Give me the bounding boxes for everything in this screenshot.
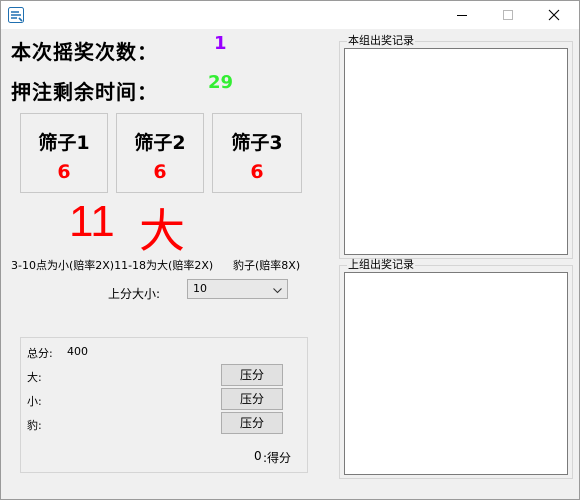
previous-record-list[interactable] xyxy=(344,272,568,475)
big-small-result: 大 xyxy=(139,204,185,258)
dice-2-title: 筛子2 xyxy=(134,132,186,154)
bet-big-label: 大: xyxy=(27,371,42,384)
current-record-title: 本组出奖记录 xyxy=(347,34,415,47)
bet-amount-label: 上分大小: xyxy=(108,287,161,301)
dice-2-panel: 筛子2 6 xyxy=(116,113,204,193)
chevron-down-icon xyxy=(272,284,283,302)
title-bar xyxy=(1,1,579,29)
round-count-label: 本次摇奖次数： xyxy=(11,40,158,64)
win-score-value: 0 xyxy=(254,449,262,463)
dice-2-value: 6 xyxy=(153,161,167,183)
minimize-button[interactable] xyxy=(439,1,485,29)
dice-3-title: 筛子3 xyxy=(231,132,283,154)
maximize-icon xyxy=(502,9,514,21)
maximize-button[interactable] xyxy=(485,1,531,29)
close-icon xyxy=(548,9,560,21)
dice-3-value: 6 xyxy=(250,161,264,183)
dice-1-panel: 筛子1 6 xyxy=(20,113,108,193)
triple-odds-text: 豹子(赔率8X) xyxy=(233,259,301,272)
dice-3-panel: 筛子3 6 xyxy=(212,113,302,193)
previous-record-title: 上组出奖记录 xyxy=(347,258,415,271)
total-score-value: 400 xyxy=(67,345,88,358)
total-score-label: 总分: xyxy=(27,347,53,360)
dice-1-title: 筛子1 xyxy=(38,132,90,154)
bet-amount-select[interactable]: 10 xyxy=(187,279,288,299)
dice-sum: 11 xyxy=(69,197,115,246)
bet-small-button[interactable]: 压分 xyxy=(221,388,283,410)
app-icon xyxy=(8,7,24,23)
win-score-label: :得分 xyxy=(263,451,292,465)
close-button[interactable] xyxy=(531,1,577,29)
bet-big-button[interactable]: 压分 xyxy=(221,364,283,386)
countdown-label: 押注剩余时间： xyxy=(11,80,158,104)
bet-small-label: 小: xyxy=(27,395,42,408)
countdown-value: 29 xyxy=(208,72,234,93)
bet-triple-button[interactable]: 压分 xyxy=(221,412,283,434)
bet-triple-label: 豹: xyxy=(27,419,42,432)
current-record-list[interactable] xyxy=(344,48,568,255)
round-count-value: 1 xyxy=(214,33,227,54)
bet-amount-selected: 10 xyxy=(193,282,207,295)
odds-rule-text: 3-10点为小(赔率2X)11-18为大(赔率2X) xyxy=(11,259,214,272)
app-window: 本次摇奖次数： 1 押注剩余时间： 29 筛子1 6 筛子2 6 筛子3 6 1… xyxy=(0,0,580,500)
dice-1-value: 6 xyxy=(57,161,71,183)
minimize-icon xyxy=(456,9,468,21)
